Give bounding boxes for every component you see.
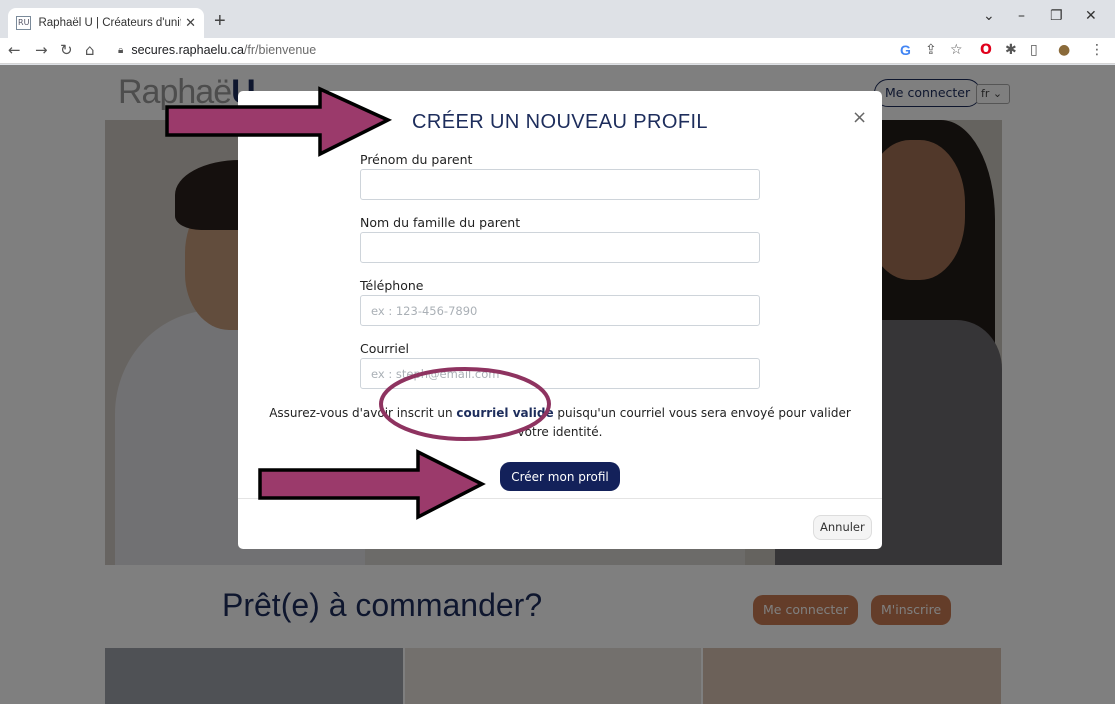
minimize-icon[interactable]: – bbox=[1018, 8, 1025, 24]
profile-avatar-icon[interactable]: ● bbox=[1058, 42, 1070, 58]
email-input[interactable] bbox=[360, 358, 760, 389]
new-tab-icon[interactable]: + bbox=[214, 10, 226, 33]
site-favicon-icon: RU bbox=[16, 16, 32, 30]
opera-extension-icon[interactable]: O bbox=[980, 42, 992, 58]
modal-close-icon[interactable]: × bbox=[852, 107, 867, 128]
cancel-button[interactable]: Annuler bbox=[813, 515, 872, 540]
forward-icon[interactable]: → bbox=[35, 41, 48, 59]
email-label: Courriel bbox=[360, 341, 409, 356]
address-bar[interactable]: 🔒︎ secures.raphaelu.ca/fr/bienvenue bbox=[118, 40, 888, 60]
create-profile-modal: CRÉER UN NOUVEAU PROFIL × Prénom du pare… bbox=[238, 91, 882, 549]
bookmark-star-icon[interactable]: ☆ bbox=[950, 42, 963, 58]
modal-footer: Annuler bbox=[238, 498, 882, 549]
back-icon[interactable]: ← bbox=[8, 41, 21, 59]
url-text: secures.raphaelu.ca/fr/bienvenue bbox=[131, 43, 317, 57]
home-icon[interactable]: ⌂ bbox=[85, 41, 95, 59]
window-close-icon[interactable]: ✕ bbox=[1085, 8, 1097, 24]
parent-lastname-label: Nom du famille du parent bbox=[360, 215, 521, 230]
email-validity-notice: Assurez-vous d'avoir inscrit un courriel… bbox=[269, 406, 851, 439]
google-lens-icon[interactable]: G bbox=[900, 42, 911, 58]
reload-icon[interactable]: ↻ bbox=[60, 41, 73, 59]
extensions-icon[interactable]: ✱ bbox=[1005, 42, 1017, 58]
parent-firstname-input[interactable] bbox=[360, 169, 760, 200]
lock-icon: 🔒︎ bbox=[118, 44, 124, 56]
phone-input[interactable] bbox=[360, 295, 760, 326]
restore-icon[interactable]: ❐ bbox=[1050, 8, 1063, 24]
browser-toolbar: ← → ↻ ⌂ 🔒︎ secures.raphaelu.ca/fr/bienve… bbox=[0, 38, 1115, 64]
tab-search-icon[interactable]: ⌄ bbox=[983, 8, 995, 24]
menu-kebab-icon[interactable]: ⋮ bbox=[1090, 42, 1104, 58]
phone-label: Téléphone bbox=[360, 278, 424, 293]
parent-lastname-input[interactable] bbox=[360, 232, 760, 263]
side-panel-icon[interactable]: ▯ bbox=[1030, 42, 1038, 58]
modal-title: CRÉER UN NOUVEAU PROFIL bbox=[412, 111, 708, 133]
create-profile-button[interactable]: Créer mon profil bbox=[500, 462, 620, 491]
parent-firstname-label: Prénom du parent bbox=[360, 152, 473, 167]
valid-email-emphasis: courriel valide bbox=[456, 406, 554, 420]
browser-tabstrip: RU Raphaël U | Créateurs d'uniforme ✕ + … bbox=[0, 0, 1115, 38]
tab-close-icon[interactable]: ✕ bbox=[185, 16, 196, 31]
browser-tab[interactable]: RU Raphaël U | Créateurs d'uniforme ✕ bbox=[8, 8, 204, 38]
tab-title: Raphaël U | Créateurs d'uniforme bbox=[38, 17, 181, 29]
share-icon[interactable]: ⇪ bbox=[925, 42, 937, 58]
